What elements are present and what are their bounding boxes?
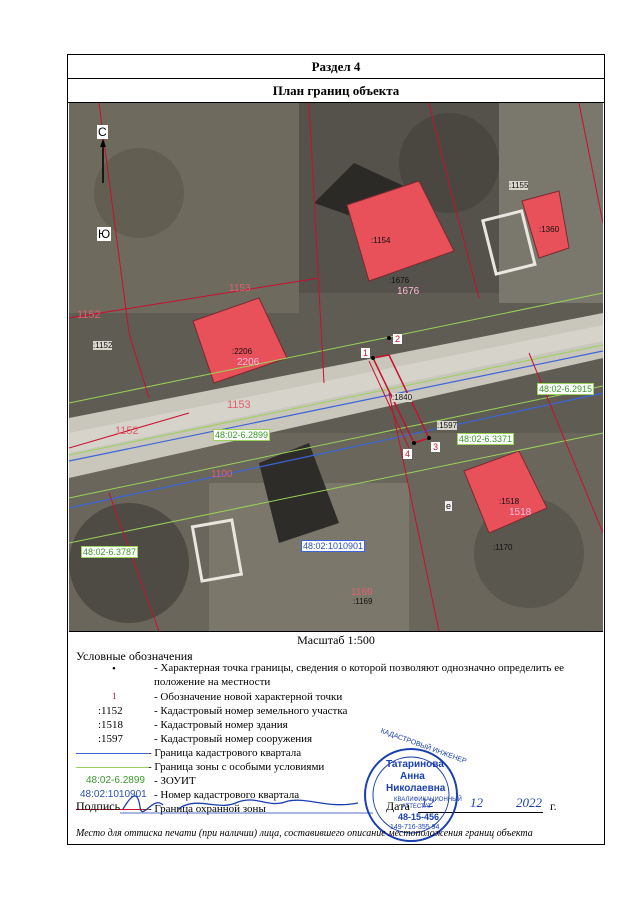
legend-symbol-point: • [112, 663, 116, 675]
building-label: 1518 [509, 507, 532, 518]
stamp-cert1: КВАЛИФИКАЦИОННЫЙ [394, 797, 462, 803]
parcel-label: 1153 [227, 399, 251, 411]
legend-line-zone [76, 767, 148, 768]
zone-label: 48:02-6.2915 [537, 383, 595, 395]
legend-text: - Кадастровый номер сооружения [154, 733, 313, 745]
building-label: 1676 [397, 286, 420, 297]
handwritten-signature [120, 795, 373, 814]
plan-title: План границ объекта [68, 79, 604, 103]
quarter-label: 48:02:1010901 [301, 540, 366, 552]
legend-text: - Граница кадастрового квартала [148, 747, 302, 759]
legend-line-quarter [76, 753, 148, 754]
section-title: Раздел 4 [68, 55, 604, 79]
building-label: 2206 [237, 357, 260, 368]
legend-symbol-building: :1518 [98, 719, 124, 731]
structure-number: :1597 [437, 421, 458, 430]
legend-symbol-parcel: :1152 [98, 705, 123, 717]
legend-symbol-structure: :1597 [98, 733, 124, 745]
date-month: 12 [470, 795, 483, 810]
parcel-label: 1152 [115, 425, 139, 437]
structure-number: :1840 [392, 393, 413, 402]
map-scale: Масштаб 1:500 [297, 633, 375, 647]
zone-label: 48:02-6.2899 [213, 429, 271, 441]
legend-text: - Граница зоны с особыми условиями [148, 761, 325, 773]
date-year-suffix: г. [550, 799, 557, 813]
parcel-number: :1169 [353, 597, 373, 606]
parcel-number: :1155 [509, 181, 529, 190]
parcel-number: :1170 [493, 543, 513, 552]
building-mark: e [445, 501, 453, 511]
point-label-3: 3 [431, 442, 441, 452]
building-number: :1360 [539, 225, 560, 234]
point-label-2: 2 [393, 334, 403, 344]
building-number: :2206 [232, 347, 253, 356]
stamp-name3: Николаевна [386, 783, 446, 794]
legend-text: - Характерная точка границы, сведения о … [154, 662, 564, 674]
stamp-name2: Анна [400, 771, 425, 782]
parcel-label: 1153 [229, 283, 251, 294]
zone-label: 48:02-6.3787 [81, 546, 139, 558]
building-number: :1676 [389, 276, 410, 285]
legend-text: - Обозначение новой характерной точки [154, 691, 343, 703]
stamp-cert3: 48-15-456 [398, 812, 440, 822]
legend-text: - Кадастровый номер здания [154, 719, 288, 731]
parcel-number: :1152 [93, 341, 113, 350]
parcel-label: 1152 [77, 309, 101, 321]
footer-note: Место для оттиска печати (при наличии) л… [76, 828, 533, 839]
compass-north-label: С [97, 125, 108, 139]
date-year: 2022 [516, 795, 542, 810]
satellite-map: С Ю 1152 :1152 1153 :2206 2206 1153 1152… [69, 103, 603, 632]
building-number: :1518 [499, 497, 520, 506]
document-frame: Раздел 4 План границ объекта С Ю 1152:1… [67, 54, 605, 845]
parcel-label: 1100 [211, 469, 233, 480]
legend-text: положение на местности [154, 676, 271, 688]
legend-text: - Кадастровый номер земельного участка [154, 705, 348, 717]
stamp-name1: Татаринова [386, 759, 444, 770]
point-label-4: 4 [403, 449, 413, 459]
zone-label: 48:02-6.3371 [457, 433, 515, 445]
legend-symbol-zone: 48:02-6.2899 [86, 775, 145, 786]
signature-label: Подпись [76, 799, 121, 813]
point-label-1: 1 [361, 348, 371, 358]
legend-symbol-new-point: 1 [112, 691, 117, 701]
parcel-number: :1154 [371, 236, 391, 245]
compass-south-label: Ю [97, 227, 112, 241]
stamp-cert2: АТТЕСТАТ [402, 804, 432, 810]
